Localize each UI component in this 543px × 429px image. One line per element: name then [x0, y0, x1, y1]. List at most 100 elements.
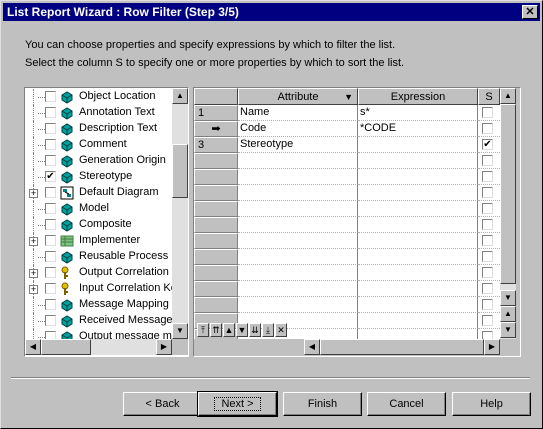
- sort-checkbox[interactable]: [482, 331, 493, 339]
- grid-scroll-up-icon-2[interactable]: ▲: [500, 306, 516, 322]
- sort-cell[interactable]: [478, 121, 500, 137]
- expression-cell[interactable]: [358, 153, 478, 169]
- attribute-cell[interactable]: [238, 217, 358, 233]
- tree-item-checkbox[interactable]: [45, 139, 56, 150]
- move-up-icon[interactable]: ▲: [223, 323, 235, 337]
- row-header[interactable]: [194, 185, 238, 201]
- expression-cell[interactable]: [358, 281, 478, 297]
- expression-cell[interactable]: [358, 233, 478, 249]
- sort-cell[interactable]: [478, 281, 500, 297]
- sort-cell[interactable]: [478, 329, 500, 339]
- tree-item-checkbox[interactable]: [45, 155, 56, 166]
- attribute-cell[interactable]: [238, 169, 358, 185]
- row-header[interactable]: [194, 297, 238, 313]
- expression-cell[interactable]: [358, 297, 478, 313]
- row-header[interactable]: 1: [194, 105, 238, 121]
- move-down-page-icon[interactable]: ⇊: [249, 323, 261, 337]
- tree-item[interactable]: + Default Diagram: [25, 185, 172, 201]
- sort-cell[interactable]: [478, 297, 500, 313]
- tree-item[interactable]: + Output Correlation K: [25, 265, 172, 281]
- attribute-cell[interactable]: Stereotype: [238, 137, 358, 153]
- sort-cell[interactable]: [478, 153, 500, 169]
- tree-item-checkbox[interactable]: [45, 283, 56, 294]
- tree-item[interactable]: Reusable Process: [25, 249, 172, 265]
- attribute-cell[interactable]: [238, 249, 358, 265]
- sort-cell[interactable]: [478, 105, 500, 121]
- tree-item[interactable]: Model: [25, 201, 172, 217]
- grid-scroll-right-icon[interactable]: ▶: [484, 339, 500, 355]
- sort-checkbox[interactable]: [482, 171, 493, 182]
- tree-item[interactable]: Message Mapping: [25, 297, 172, 313]
- row-header[interactable]: [194, 153, 238, 169]
- sort-cell[interactable]: [478, 169, 500, 185]
- attribute-cell[interactable]: [238, 233, 358, 249]
- attribute-cell[interactable]: Name: [238, 105, 358, 121]
- tree-item-checkbox[interactable]: [45, 331, 56, 339]
- expand-icon[interactable]: +: [29, 269, 38, 278]
- grid-scroll-down-icon-2[interactable]: ▼: [500, 322, 516, 338]
- tree-scroll-thumb[interactable]: [172, 144, 188, 198]
- grid-vertical-scrollbar[interactable]: ▲ ▼ ▲ ▼: [500, 88, 516, 339]
- row-header[interactable]: [194, 217, 238, 233]
- back-button[interactable]: < Back: [123, 392, 202, 416]
- sort-checkbox[interactable]: [482, 267, 493, 278]
- expression-cell[interactable]: [358, 217, 478, 233]
- finish-button[interactable]: Finish: [283, 392, 362, 416]
- filter-grid[interactable]: Attribute ▼ Expression S 1 Name s* ➡ Code *CO…: [193, 87, 521, 357]
- row-header[interactable]: [194, 169, 238, 185]
- column-header-sort[interactable]: S: [478, 88, 500, 105]
- tree-item-checkbox[interactable]: [45, 203, 56, 214]
- tree-item-checkbox[interactable]: [45, 219, 56, 230]
- close-icon[interactable]: ✕: [522, 5, 538, 19]
- tree-item-checkbox[interactable]: [45, 235, 56, 246]
- column-header-attribute[interactable]: Attribute ▼: [238, 88, 358, 105]
- sort-cell[interactable]: ✔: [478, 137, 500, 153]
- sort-cell[interactable]: [478, 265, 500, 281]
- sort-checkbox[interactable]: [482, 107, 493, 118]
- attribute-cell[interactable]: [238, 185, 358, 201]
- tree-item[interactable]: Composite: [25, 217, 172, 233]
- tree-item-checkbox[interactable]: [45, 267, 56, 278]
- scroll-down-icon[interactable]: ▼: [172, 323, 188, 339]
- grid-scroll-down-icon[interactable]: ▼: [500, 290, 516, 306]
- row-header[interactable]: 3: [194, 137, 238, 153]
- grid-scroll-thumb[interactable]: [500, 104, 516, 284]
- expression-cell[interactable]: [358, 169, 478, 185]
- tree-vertical-scrollbar[interactable]: ▲ ▼: [172, 88, 188, 339]
- expression-cell[interactable]: [358, 313, 478, 329]
- grid-horizontal-scrollbar[interactable]: ◀ ▶: [304, 339, 500, 355]
- tree-item[interactable]: Object Location: [25, 89, 172, 105]
- next-button[interactable]: Next >: [197, 391, 278, 417]
- expression-cell[interactable]: [358, 249, 478, 265]
- sort-cell[interactable]: [478, 217, 500, 233]
- delete-row-icon[interactable]: ✕: [275, 323, 287, 337]
- expression-cell[interactable]: *CODE: [358, 121, 478, 137]
- attribute-cell[interactable]: [238, 265, 358, 281]
- sort-checkbox[interactable]: [482, 283, 493, 294]
- expand-icon[interactable]: +: [29, 237, 38, 246]
- grid-scroll-left-icon[interactable]: ◀: [304, 339, 320, 355]
- tree-item-checkbox[interactable]: [45, 123, 56, 134]
- tree-item-checkbox[interactable]: [45, 91, 56, 102]
- tree-item-checkbox[interactable]: [45, 315, 56, 326]
- tree-item[interactable]: Received Message: [25, 313, 172, 329]
- grid-scroll-up-icon[interactable]: ▲: [500, 88, 516, 104]
- tree-item-checkbox[interactable]: [45, 107, 56, 118]
- scroll-up-icon[interactable]: ▲: [172, 88, 188, 104]
- tree-horizontal-scrollbar[interactable]: ◀ ▶: [25, 339, 172, 355]
- column-header-expression[interactable]: Expression: [358, 88, 478, 105]
- expression-cell[interactable]: [358, 185, 478, 201]
- tree-item-checkbox[interactable]: [45, 299, 56, 310]
- expand-icon[interactable]: +: [29, 189, 38, 198]
- sort-checkbox[interactable]: ✔: [482, 139, 493, 150]
- move-to-bottom-icon[interactable]: ⤓: [262, 323, 274, 337]
- sort-checkbox[interactable]: [482, 203, 493, 214]
- attribute-cell[interactable]: [238, 297, 358, 313]
- tree-item[interactable]: + Input Correlation Ke: [25, 281, 172, 297]
- row-header[interactable]: [194, 249, 238, 265]
- scroll-right-icon[interactable]: ▶: [156, 339, 172, 355]
- attribute-cell[interactable]: [238, 281, 358, 297]
- attribute-cell[interactable]: [238, 153, 358, 169]
- sort-checkbox[interactable]: [482, 251, 493, 262]
- expression-cell[interactable]: [358, 329, 478, 339]
